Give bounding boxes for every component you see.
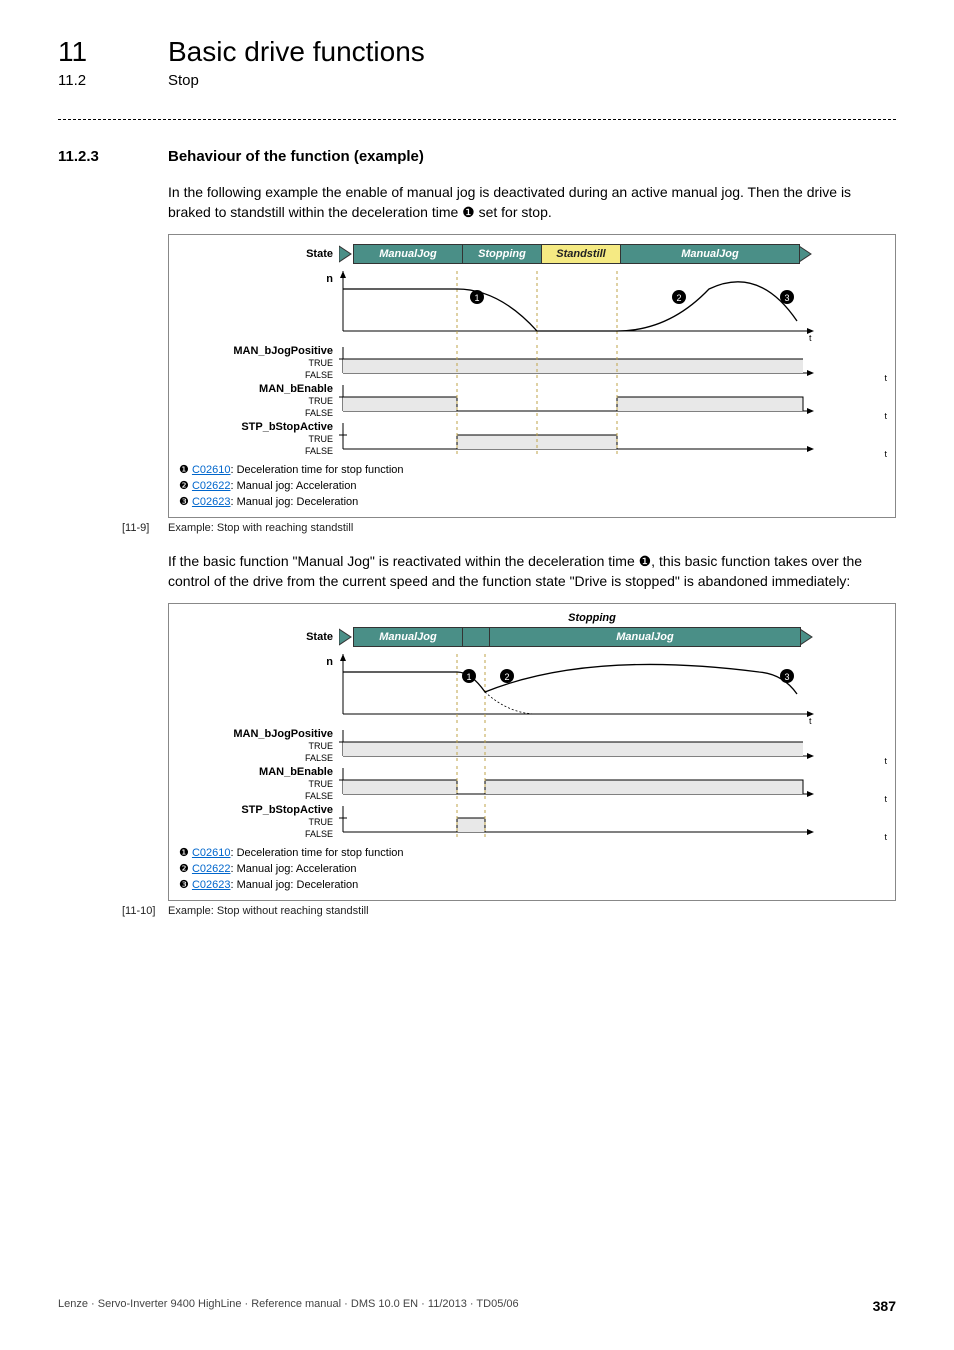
signal-name-jogpos: MAN_bJogPositive [179, 728, 333, 740]
svg-text:2: 2 [676, 293, 681, 303]
legend-text-3: : Manual jog: Deceleration [230, 879, 358, 891]
section-title: Stop [168, 72, 199, 89]
svg-text:t: t [809, 716, 812, 726]
false-label: FALSE [179, 369, 333, 381]
state-arrow-end-icon [800, 627, 814, 647]
page-number: 387 [873, 1298, 896, 1314]
state-stopping-narrow [462, 627, 490, 647]
signal-name-stopactive: STP_bStopActive [179, 421, 333, 433]
legend-bullet-3: ❸ [179, 496, 189, 508]
diagram-legend: ❶ C02610: Deceleration time for stop fun… [179, 463, 885, 511]
signal-chart-stopactive-2 [339, 804, 814, 838]
link-c02623[interactable]: C02623 [192, 879, 231, 891]
false-label: FALSE [179, 407, 333, 419]
t-axis-label: t [884, 832, 887, 842]
stopping-top-label: Stopping [179, 612, 885, 624]
figure-caption-1: [11-9] Example: Stop with reaching stand… [122, 522, 896, 534]
link-c02622[interactable]: C02622 [192, 863, 231, 875]
signal-name-stopactive: STP_bStopActive [179, 804, 333, 816]
t-axis-label: t [884, 411, 887, 421]
t-axis-label: t [884, 756, 887, 766]
svg-text:2: 2 [504, 672, 509, 682]
state-arrow-icon [339, 627, 353, 647]
intro-paragraph-2: If the basic function "Manual Jog" is re… [168, 552, 896, 591]
section-heading: 11.2 Stop [58, 72, 896, 89]
legend-bullet-2: ❷ [179, 863, 189, 875]
true-label: TRUE [179, 740, 333, 752]
svg-text:1: 1 [474, 293, 479, 303]
legend-bullet-2: ❷ [179, 480, 189, 492]
diagram-stop-without-standstill: Stopping State ManualJog ManualJog n 1 2… [168, 603, 896, 901]
link-c02610[interactable]: C02610 [192, 847, 231, 859]
false-label: FALSE [179, 828, 333, 840]
section-number: 11.2 [58, 72, 168, 89]
legend-text-1: : Deceleration time for stop function [230, 847, 403, 859]
footer-text: Lenze · Servo-Inverter 9400 HighLine · R… [58, 1298, 519, 1314]
legend-text-1: : Deceleration time for stop function [230, 464, 403, 476]
signal-chart-enable [339, 383, 814, 417]
signal-name-enable: MAN_bEnable [179, 766, 333, 778]
true-label: TRUE [179, 395, 333, 407]
true-label: TRUE [179, 778, 333, 790]
state-manualjog-1: ManualJog [353, 627, 463, 647]
legend-text-2: : Manual jog: Acceleration [230, 480, 356, 492]
signal-chart-enable-2 [339, 766, 814, 800]
subsection-title: Behaviour of the function (example) [168, 148, 424, 165]
figure-caption-text: Example: Stop with reaching standstill [168, 522, 353, 534]
true-label: TRUE [179, 357, 333, 369]
diagram-stop-with-standstill: State ManualJog Stopping Standstill Manu… [168, 234, 896, 518]
svg-text:t: t [809, 333, 812, 343]
t-axis-label: t [884, 794, 887, 804]
page-footer: Lenze · Servo-Inverter 9400 HighLine · R… [58, 1298, 896, 1314]
n-axis-label: n [179, 271, 339, 343]
chapter-title: Basic drive functions [168, 36, 425, 68]
t-axis-label: t [884, 373, 887, 383]
n-curve-chart: 1 2 3 t [339, 271, 814, 343]
diagram-legend-2: ❶ C02610: Deceleration time for stop fun… [179, 846, 885, 894]
signal-name-enable: MAN_bEnable [179, 383, 333, 395]
state-stopping: Stopping [462, 244, 542, 264]
n-axis-label: n [179, 654, 339, 726]
legend-bullet-3: ❸ [179, 879, 189, 891]
true-label: TRUE [179, 816, 333, 828]
legend-bullet-1: ❶ [179, 847, 189, 859]
state-manualjog-2: ManualJog [489, 627, 801, 647]
false-label: FALSE [179, 445, 333, 457]
separator [58, 119, 896, 120]
state-row-label: State [179, 631, 339, 643]
state-manualjog-2: ManualJog [620, 244, 800, 264]
svg-text:1: 1 [466, 672, 471, 682]
legend-text-2: : Manual jog: Acceleration [230, 863, 356, 875]
state-standstill: Standstill [541, 244, 621, 264]
link-c02622[interactable]: C02622 [192, 480, 231, 492]
figure-caption-text: Example: Stop without reaching standstil… [168, 905, 369, 917]
signal-chart-jogpos-2 [339, 728, 814, 762]
false-label: FALSE [179, 752, 333, 764]
svg-text:3: 3 [784, 293, 789, 303]
link-c02623[interactable]: C02623 [192, 496, 231, 508]
signal-name-jogpos: MAN_bJogPositive [179, 345, 333, 357]
figure-number: [11-9] [122, 522, 168, 534]
state-row-label: State [179, 248, 339, 260]
link-c02610[interactable]: C02610 [192, 464, 231, 476]
signal-chart-jogpos [339, 345, 814, 379]
state-arrow-icon [339, 244, 353, 264]
subsection-heading: 11.2.3 Behaviour of the function (exampl… [58, 148, 896, 165]
legend-bullet-1: ❶ [179, 464, 189, 476]
n-curve-chart-2: 1 2 3 t [339, 654, 814, 726]
svg-text:3: 3 [784, 672, 789, 682]
figure-number: [11-10] [122, 905, 168, 917]
false-label: FALSE [179, 790, 333, 802]
state-manualjog-1: ManualJog [353, 244, 463, 264]
signal-chart-stopactive [339, 421, 814, 455]
figure-caption-2: [11-10] Example: Stop without reaching s… [122, 905, 896, 917]
chapter-number: 11 [58, 36, 168, 68]
subsection-number: 11.2.3 [58, 148, 168, 165]
intro-paragraph-1: In the following example the enable of m… [168, 183, 896, 222]
chapter-heading: 11 Basic drive functions [58, 36, 896, 68]
legend-text-3: : Manual jog: Deceleration [230, 496, 358, 508]
t-axis-label: t [884, 449, 887, 459]
true-label: TRUE [179, 433, 333, 445]
state-arrow-end-icon [799, 244, 813, 264]
